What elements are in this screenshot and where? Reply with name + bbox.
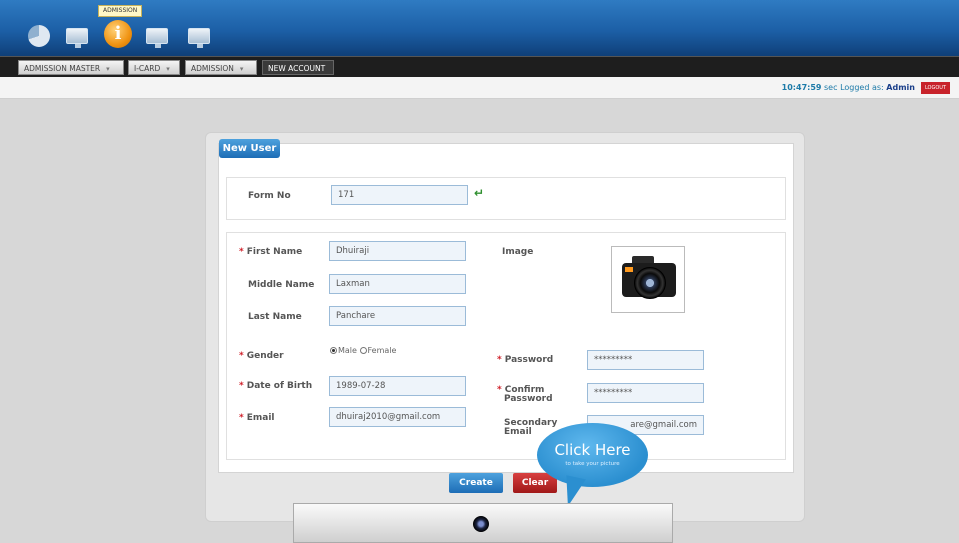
email-label: * Email — [239, 413, 275, 423]
info-icon[interactable]: i — [104, 20, 132, 48]
middle-name-label: Middle Name — [248, 280, 315, 290]
confirm-password-field[interactable]: ********* — [587, 383, 704, 403]
callout-subtitle: to take your picture — [565, 461, 620, 467]
photo-preview[interactable] — [611, 246, 685, 313]
password-field[interactable]: ********* — [587, 350, 704, 370]
first-name-field[interactable]: Dhuiraji — [329, 241, 466, 261]
form-no-field[interactable]: 171 — [331, 185, 468, 205]
gender-female-radio[interactable] — [359, 347, 367, 354]
take-picture-callout[interactable]: Click Here to take your picture — [537, 423, 648, 487]
status-bar: 10:47:59 sec Logged as: Admin LOGOUT — [0, 77, 959, 99]
middle-name-field[interactable]: Laxman — [329, 274, 466, 294]
session-time: 10:47:59 — [781, 83, 822, 92]
tab-admission-master[interactable]: ADMISSION MASTER ▾ — [18, 60, 124, 75]
current-user: Admin — [886, 83, 915, 92]
module-tooltip: ADMISSION — [98, 5, 143, 17]
pie-chart-icon[interactable] — [28, 25, 50, 47]
chevron-down-icon[interactable]: ▾ — [240, 62, 244, 77]
logout-button[interactable]: LOGOUT — [921, 82, 950, 94]
gender-label: * Gender — [239, 351, 284, 361]
session-time-unit: sec — [824, 83, 838, 92]
gender-options: Male Female — [330, 346, 396, 355]
callout-title: Click Here — [554, 441, 631, 459]
form-no-section — [226, 177, 786, 220]
first-name-label: * First Name — [239, 247, 303, 257]
tab-icard[interactable]: I-CARD ▾ — [128, 60, 180, 75]
monitor-icon[interactable] — [146, 28, 168, 48]
form-no-label: Form No — [248, 191, 291, 201]
tab-admission[interactable]: ADMISSION ▾ — [185, 60, 257, 75]
tab-new-account[interactable]: NEW ACCOUNT — [262, 60, 334, 75]
password-label: * Password — [497, 355, 554, 365]
gender-male-radio[interactable] — [330, 347, 337, 354]
panel-title: New User — [219, 139, 280, 158]
confirm-password-label: * Confirm Password — [497, 385, 553, 404]
session-info: 10:47:59 sec Logged as: Admin — [782, 83, 915, 92]
last-name-field[interactable]: Panchare — [329, 306, 466, 326]
gender-male-label: Male — [338, 346, 357, 355]
chevron-down-icon[interactable]: ▾ — [166, 62, 170, 77]
webcam-panel — [293, 503, 673, 543]
email-field[interactable]: dhuiraj2010@gmail.com — [329, 407, 466, 427]
monitor-icon[interactable] — [66, 28, 88, 48]
last-name-label: Last Name — [248, 312, 302, 322]
tab-bar: ADMISSION MASTER ▾ I-CARD ▾ ADMISSION ▾ NEW… — [0, 56, 959, 77]
dob-field[interactable]: 1989-07-28 — [329, 376, 466, 396]
image-label: Image — [502, 247, 534, 257]
create-button[interactable]: Create — [449, 473, 503, 493]
dob-label: * Date of Birth — [239, 381, 313, 391]
gender-female-label: Female — [367, 346, 397, 355]
chevron-down-icon[interactable]: ▾ — [106, 62, 110, 77]
top-banner: ADMISSION i — [0, 0, 959, 56]
enter-icon[interactable]: ↵ — [474, 186, 484, 200]
logged-as-label: Logged as: — [840, 83, 884, 92]
webcam-lens-icon[interactable] — [473, 516, 489, 532]
monitor-icon[interactable] — [188, 28, 210, 48]
